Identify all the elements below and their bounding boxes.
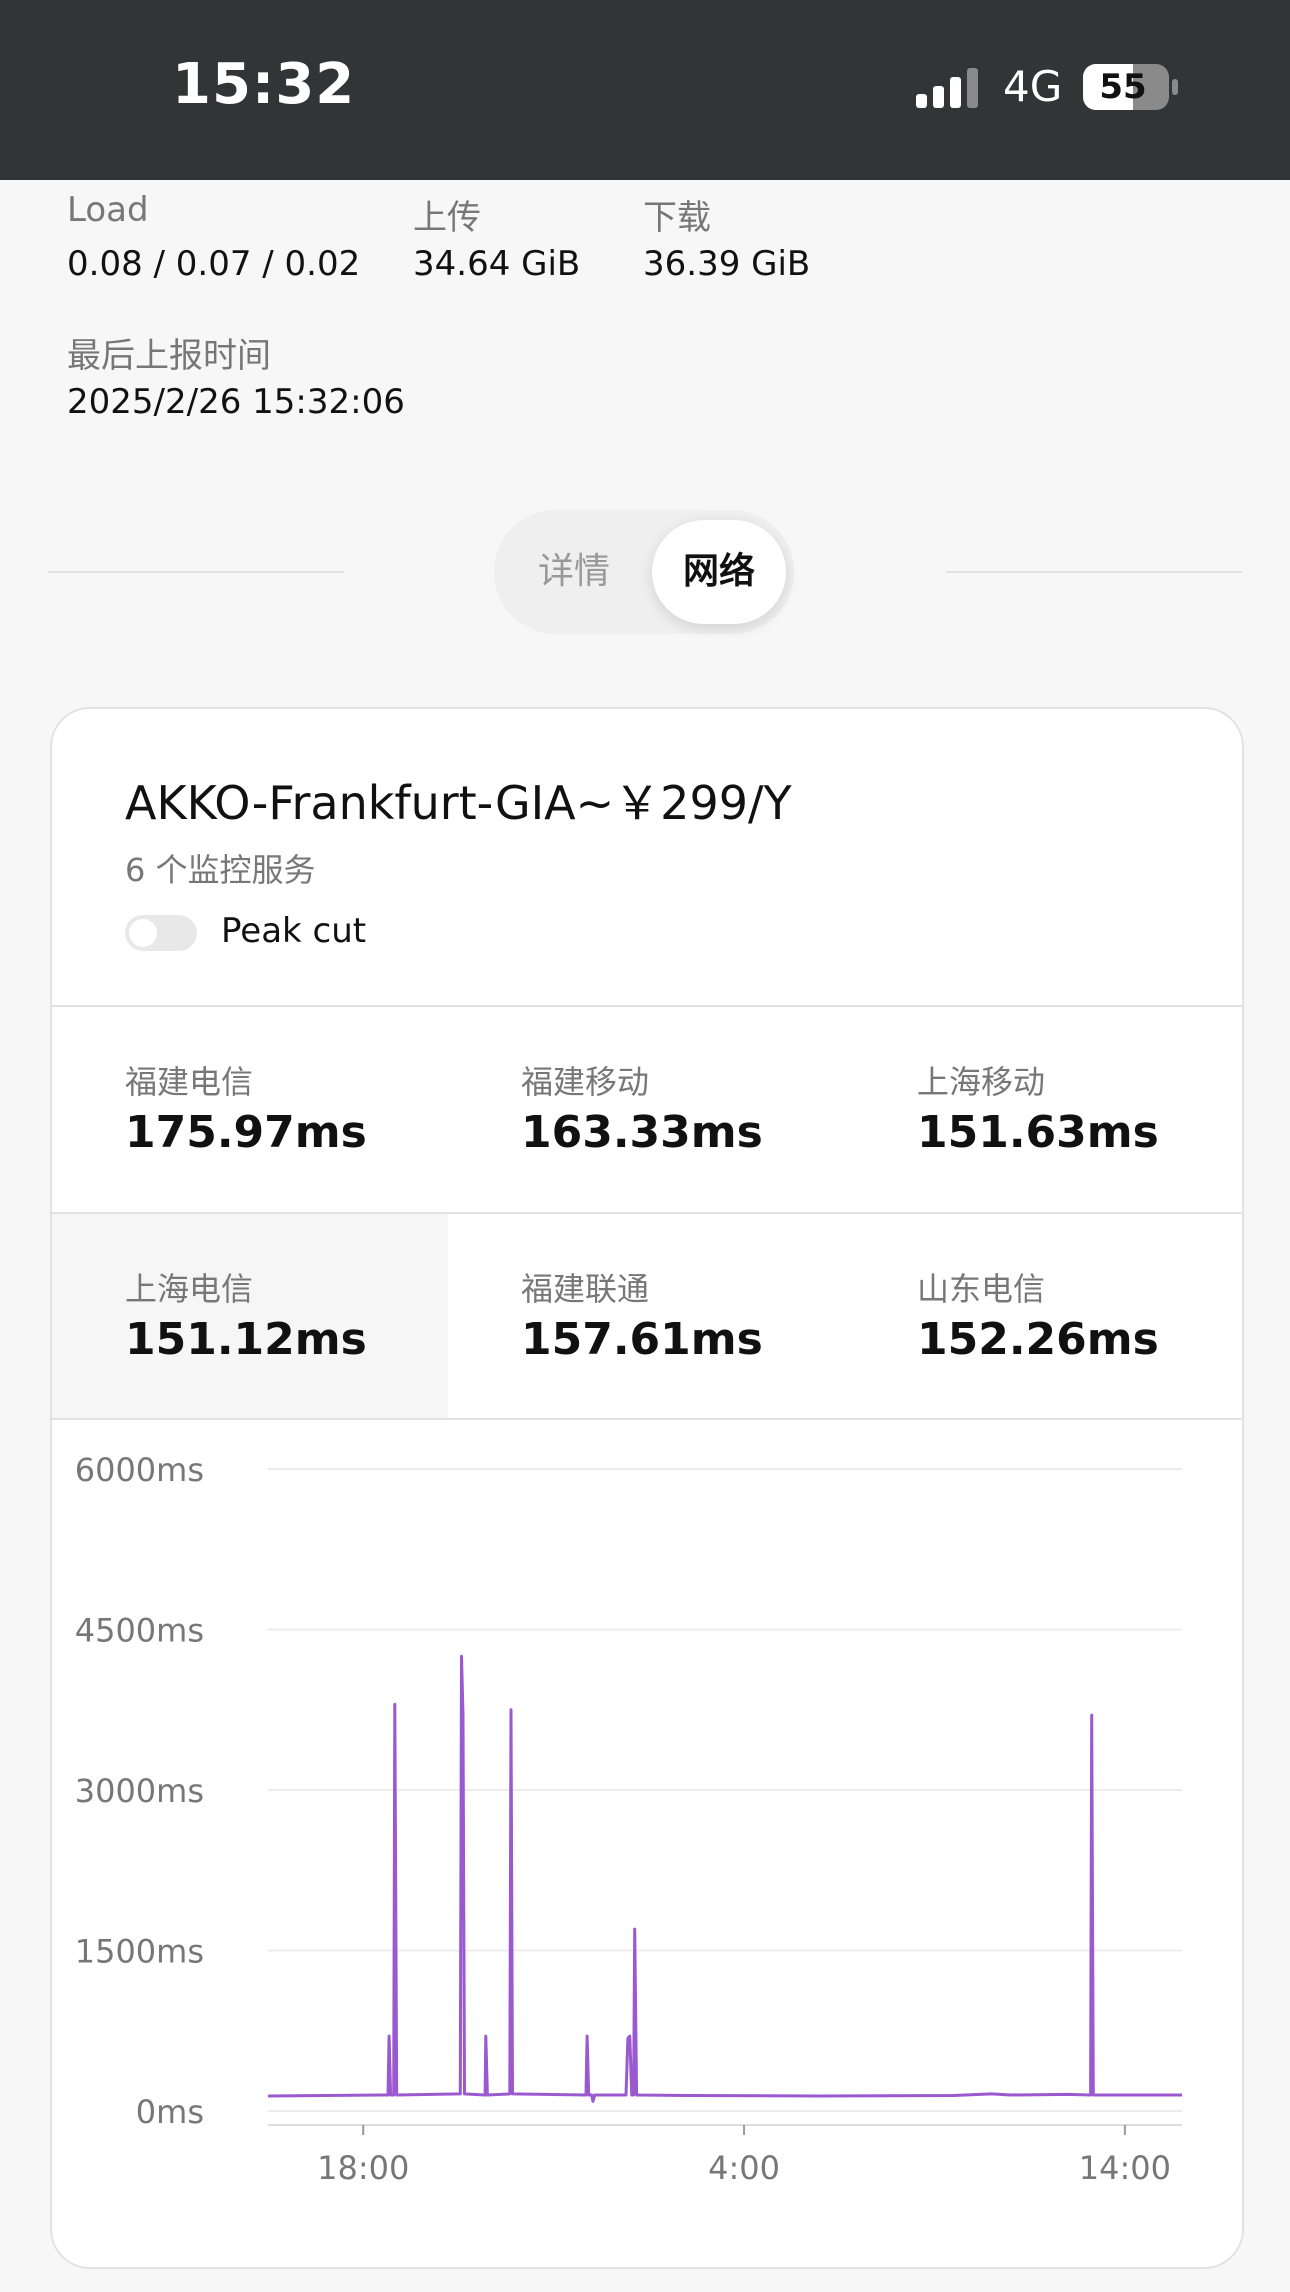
load-value: 0.08 / 0.07 / 0.02 (67, 244, 361, 284)
upload-value: 34.64 GiB (413, 244, 581, 284)
tab-details[interactable]: 详情 (504, 520, 644, 624)
last-report-value: 2025/2/26 15:32:06 (67, 382, 405, 422)
signal-icon (916, 68, 978, 108)
x-tick-label: 4:00 (708, 2149, 780, 2187)
y-tick-label: 6000ms (75, 1451, 204, 1489)
load-label: Load (67, 190, 149, 230)
network-type-label: 4G (1003, 62, 1063, 111)
series-line (267, 1654, 1182, 2103)
server-card: AKKO-Frankfurt-GIA~￥299/Y 6 个监控服务 Peak c… (50, 707, 1244, 2269)
status-time: 15:32 (172, 52, 356, 117)
y-tick-label: 0ms (136, 2093, 204, 2131)
tab-network[interactable]: 网络 (652, 520, 786, 624)
y-tick-label: 3000ms (75, 1772, 204, 1810)
tab-divider-left (48, 571, 344, 573)
battery-level: 55 (1099, 67, 1147, 107)
status-bar: 15:32 4G 55 (0, 0, 1290, 180)
download-label: 下载 (643, 198, 711, 238)
last-report-label: 最后上报时间 (67, 336, 271, 376)
tab-switcher: 详情 网络 (494, 510, 794, 634)
x-tick-label: 18:00 (317, 2149, 409, 2187)
tab-divider-right (946, 571, 1242, 573)
upload-label: 上传 (413, 198, 481, 238)
y-tick-label: 4500ms (75, 1612, 204, 1650)
latency-chart: 0ms 1500ms 3000ms 4500ms 6000ms 18:00 4:00 14:0… (75, 1451, 1182, 2187)
x-tick-label: 14:00 (1079, 2149, 1171, 2187)
y-tick-label: 1500ms (75, 1933, 204, 1971)
download-value: 36.39 GiB (643, 244, 811, 284)
